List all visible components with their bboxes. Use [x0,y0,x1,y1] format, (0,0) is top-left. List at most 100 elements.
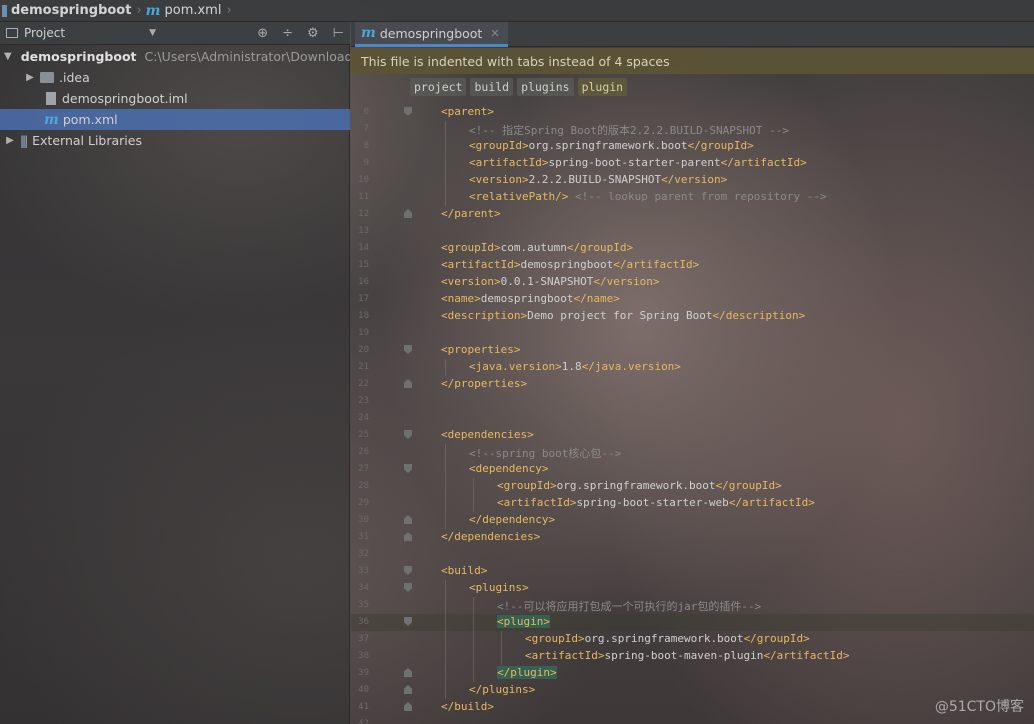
chevron-right-icon: › [136,3,142,18]
fold-marker-icon[interactable] [404,209,412,218]
code-line[interactable]: 42 [351,716,1034,724]
code-value: spring-boot-starter-web [576,496,729,509]
indent-guide [473,495,474,512]
code-line[interactable]: 11 <relativePath/> <!-- lookup parent fro… [351,189,1034,206]
code-text: <build> [441,564,487,577]
code-line[interactable]: 17 <name>demospringboot</name> [351,291,1034,308]
nav-crumb-file[interactable]: m pom.xml [146,3,222,19]
code-line[interactable]: 15 <artifactId>demospringboot</artifactId… [351,257,1034,274]
code-line[interactable]: 21 <java.version>1.8</java.version> [351,359,1034,376]
nav-crumb-project[interactable]: demospringboot [2,3,131,18]
code-line[interactable]: 16 <version>0.0.1-SNAPSHOT</version> [351,274,1034,291]
code-line[interactable]: 13 [351,223,1034,240]
code-line[interactable]: 27 <dependency> [351,461,1034,478]
fold-marker-icon[interactable] [404,345,412,354]
code-line[interactable]: 34 <plugins> [351,580,1034,597]
collapsed-arrow-icon[interactable]: ▶ [4,135,16,146]
code-line[interactable]: 10 <version>2.2.2.BUILD-SNAPSHOT</version… [351,172,1034,189]
fold-marker-icon[interactable] [404,532,412,541]
code-line[interactable]: 28 <groupId>org.springframework.boot</gro… [351,478,1034,495]
code-line[interactable]: 8 <groupId>org.springframework.boot</grou… [351,138,1034,155]
code-tag: <artifactId> [441,258,521,271]
code-line[interactable]: 18 <description>Demo project for Spring B… [351,308,1034,325]
hide-panel-icon[interactable]: ⊢ [333,26,344,41]
tab-label: demospringboot [379,25,483,41]
code-line[interactable]: 7 <!-- 指定Spring Boot的版本2.2.2.BUILD-SNAPSH… [351,121,1034,138]
code-line[interactable]: 25 <dependencies> [351,427,1034,444]
tree-item-idea[interactable]: ▶ .idea [0,67,350,88]
tree-item-iml[interactable]: demospringboot.iml [0,88,350,109]
code-tag: <groupId> [525,632,585,645]
code-line[interactable]: 38 <artifactId>spring-boot-maven-plugin</… [351,648,1034,665]
code-line[interactable]: 23 [351,393,1034,410]
code-line[interactable]: 31 </dependencies> [351,529,1034,546]
collapsed-arrow-icon[interactable]: ▶ [24,72,36,83]
code-line[interactable]: 24 [351,410,1034,427]
project-view-selector[interactable]: Project [6,26,65,40]
code-line[interactable]: 14 <groupId>com.autumn</groupId> [351,240,1034,257]
fold-marker-icon[interactable] [404,617,412,626]
code-line[interactable]: 33 <build> [351,563,1034,580]
code-value: Demo project for Spring Boot [527,309,713,322]
gear-icon[interactable]: ⚙ [307,26,319,41]
code-line[interactable]: 20 <properties> [351,342,1034,359]
fold-marker-icon[interactable] [404,702,412,711]
code-line[interactable]: 19 [351,325,1034,342]
fold-marker-icon[interactable] [404,379,412,388]
code-editor[interactable]: 6 <parent> 7 <!-- 指定Spring Boot的版本2.2.2.BUI… [351,104,1034,724]
code-line[interactable]: 30 </dependency> [351,512,1034,529]
fold-marker-icon[interactable] [404,566,412,575]
code-line[interactable]: 29 <artifactId>spring-boot-starter-web</a… [351,495,1034,512]
breadcrumb-project[interactable]: project [410,78,467,96]
fold-marker-icon[interactable] [404,430,412,439]
code-line[interactable]: 22 </properties> [351,376,1034,393]
code-line[interactable]: 39 </plugin> [351,665,1034,682]
tree-item-label: External Libraries [32,133,142,148]
close-icon[interactable]: ✕ [490,27,499,40]
code-tag: <artifactId> [497,496,577,509]
breadcrumb-plugins[interactable]: plugins [517,78,574,96]
code-line[interactable]: 37 <groupId>org.springframework.boot</gro… [351,631,1034,648]
code-line[interactable]: 40 </plugins> [351,682,1034,699]
fold-marker-icon[interactable] [404,668,412,677]
code-tag: </dependency> [469,513,556,526]
code-line[interactable]: 41 </build> [351,699,1034,716]
breadcrumb-build[interactable]: build [470,78,514,96]
line-number: 39 [358,668,369,678]
code-line[interactable]: 12 </parent> [351,206,1034,223]
tree-item-pom[interactable]: m pom.xml [0,109,350,130]
fold-marker-icon[interactable] [404,685,412,694]
code-line[interactable]: 35 <!--可以将应用打包成一个可执行的jar包的插件--> [351,597,1034,614]
fold-marker-icon[interactable] [404,107,412,116]
tree-item-project-root[interactable]: ▼ demospringboot C:\Users\Administrator\… [0,46,350,67]
line-number: 18 [358,311,369,321]
code-line[interactable]: 32 [351,546,1034,563]
code-line[interactable]: 36 <plugin> [351,614,1034,631]
indent-guide [445,121,446,138]
locate-file-icon[interactable]: ⊕ [257,26,268,41]
expanded-arrow-icon[interactable]: ▼ [4,51,12,62]
code-line[interactable]: 26 <!--spring boot核心包--> [351,444,1034,461]
code-text: </plugins> [469,683,535,696]
breadcrumb-plugin[interactable]: plugin [577,78,628,96]
nav-crumb-project-label: demospringboot [11,3,132,18]
code-value: 1.8 [561,360,582,373]
code-text: <groupId>org.springframework.boot</group… [497,479,782,492]
indent-guide [445,665,446,682]
chevron-down-icon[interactable]: ▼ [149,28,156,38]
tab-pom[interactable]: m demospringboot ✕ [355,22,508,47]
tree-item-external-libraries[interactable]: ▶ ||| External Libraries [0,130,350,151]
code-text: <name>demospringboot</name> [441,292,620,305]
project-toolbar: ⊕ ÷ ⚙ ⊢ [257,26,344,41]
line-number: 8 [363,141,369,151]
code-text: <dependency> [469,462,548,475]
module-file-icon [46,92,56,105]
line-number: 11 [358,192,369,202]
line-number: 26 [358,447,369,457]
fold-marker-icon[interactable] [404,515,412,524]
fold-marker-icon[interactable] [404,583,412,592]
fold-marker-icon[interactable] [404,464,412,473]
code-line[interactable]: 6 <parent> [351,104,1034,121]
collapse-all-icon[interactable]: ÷ [282,26,293,41]
code-line[interactable]: 9 <artifactId>spring-boot-starter-parent<… [351,155,1034,172]
